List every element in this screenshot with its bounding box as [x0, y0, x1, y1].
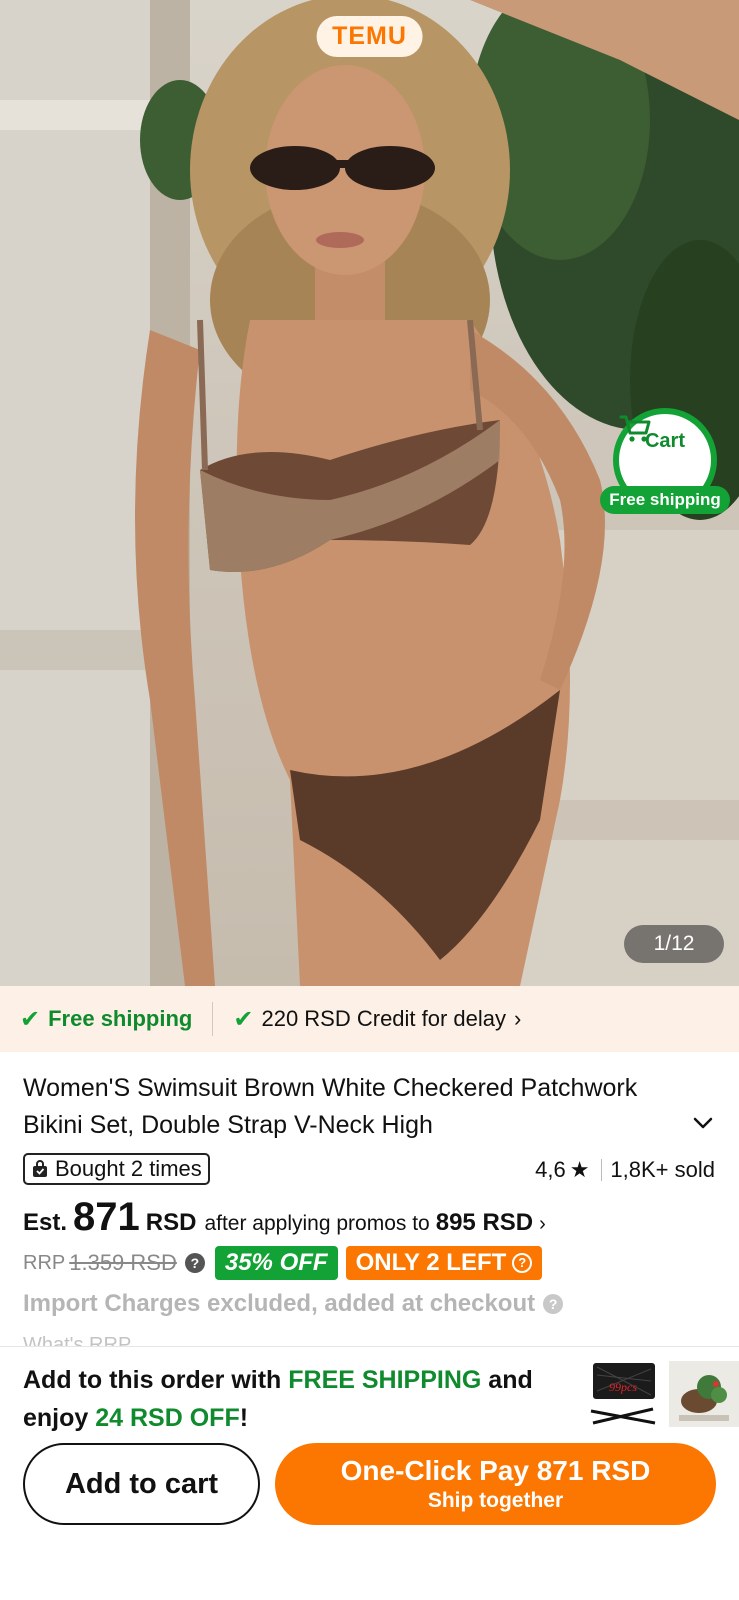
help-icon[interactable]: ?	[543, 1294, 564, 1314]
temu-logo: TEMU	[316, 16, 423, 57]
price-amount: 871	[73, 1195, 140, 1239]
whats-rrp-link[interactable]: What's RRP	[23, 1334, 131, 1346]
discount-badge: 35% OFF	[214, 1246, 338, 1280]
one-click-pay-button[interactable]: One-Click Pay 871 RSD Ship together	[275, 1443, 716, 1525]
bought-times-badge: Bought 2 times	[23, 1153, 210, 1185]
product-title[interactable]: Women'S Swimsuit Brown White Checkered P…	[23, 1070, 663, 1144]
sold-count: 1,8K+ sold	[610, 1157, 715, 1182]
ship-together-label: Ship together	[427, 1489, 564, 1512]
product-image[interactable]: TEMU Cart Free shipping 1/12	[0, 0, 739, 986]
chevron-right-icon: ›	[514, 1006, 522, 1031]
upsell-discount: 24 RSD OFF	[95, 1404, 240, 1432]
rating-divider	[601, 1159, 603, 1181]
add-to-cart-button[interactable]: Add to cart	[23, 1443, 260, 1525]
rrp-row: RRP 1.359 RSD ? 35% OFF ONLY 2 LEFT ?	[23, 1246, 543, 1280]
promo-price: 895 RSD	[435, 1209, 534, 1236]
plant-decor-product-image	[669, 1361, 739, 1427]
cart-free-shipping-badge: Free shipping	[600, 486, 730, 514]
bottom-action-sheet: Add to this order with FREE SHIPPING and…	[0, 1346, 739, 1600]
stock-badge[interactable]: ONLY 2 LEFT ?	[345, 1246, 543, 1280]
free-shipping-label: Free shipping	[48, 1006, 193, 1031]
upsell-thumbnail[interactable]: 99pcs	[589, 1361, 659, 1427]
stock-label: ONLY 2 LEFT	[355, 1249, 507, 1276]
upsell-thumbnail[interactable]	[669, 1361, 739, 1427]
import-charges-note: Import Charges excluded, added at checko…	[23, 1290, 564, 1318]
shipping-banner[interactable]: ✔ Free shipping ✔ 220 RSD Credit for del…	[0, 986, 739, 1052]
import-charges-label: Import Charges excluded, added at checko…	[23, 1290, 536, 1317]
check-icon: ✔	[20, 1005, 41, 1033]
price-currency: RSD	[145, 1209, 197, 1236]
upsell-message[interactable]: Add to this order with FREE SHIPPING and…	[23, 1361, 583, 1437]
chevron-down-icon[interactable]	[692, 1112, 714, 1134]
est-label: Est.	[23, 1209, 68, 1236]
rrp-value: 1.359 RSD	[69, 1250, 177, 1275]
one-click-pay-label: One-Click Pay 871 RSD	[340, 1455, 651, 1486]
cart-icon	[619, 415, 651, 442]
delay-credit-label: 220 RSD Credit for delay	[261, 1006, 507, 1031]
help-icon[interactable]: ?	[184, 1253, 205, 1273]
rating-value: 4,6	[535, 1157, 566, 1182]
rating-summary[interactable]: 4,6 ★ 1,8K+ sold	[535, 1157, 715, 1183]
image-counter: 1/12	[624, 925, 724, 963]
promo-text: after applying promos to	[204, 1212, 430, 1235]
star-icon: ★	[569, 1157, 590, 1182]
upsell-text-3: !	[239, 1404, 249, 1432]
bought-times-label: Bought 2 times	[55, 1156, 202, 1181]
chevron-right-icon: ›	[539, 1213, 546, 1235]
check-icon: ✔	[233, 1005, 254, 1033]
banner-divider	[212, 1002, 214, 1036]
price-row[interactable]: Est. 871 RSD after applying promos to 89…	[23, 1195, 546, 1240]
upsell-text-1: Add to this order with	[23, 1366, 289, 1394]
rrp-label: RRP	[23, 1251, 66, 1274]
floating-cart-button[interactable]: Cart Free shipping	[600, 408, 732, 514]
shopping-bag-icon	[33, 1160, 47, 1177]
lash-brush-product-image: 99pcs	[590, 1363, 656, 1425]
thumb-label: 99pcs	[609, 1380, 637, 1394]
upsell-free-shipping: FREE SHIPPING	[288, 1366, 482, 1394]
help-icon: ?	[512, 1253, 533, 1273]
